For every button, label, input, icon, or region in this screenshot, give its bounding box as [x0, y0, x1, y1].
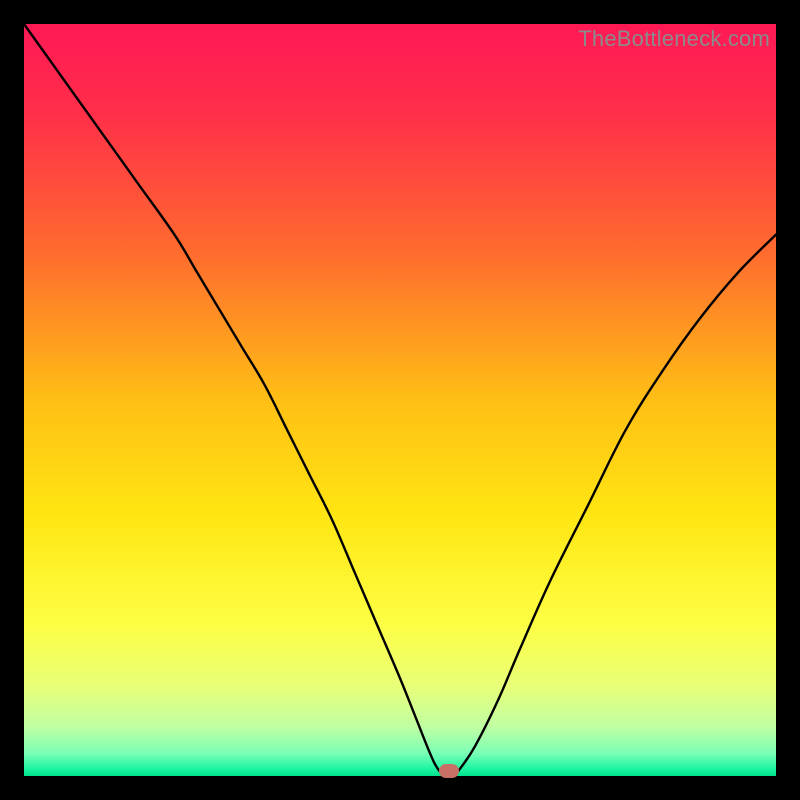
chart-frame: TheBottleneck.com: [24, 24, 776, 776]
bottleneck-plot: [24, 24, 776, 776]
optimal-marker: [439, 764, 459, 778]
gradient-background: [24, 24, 776, 776]
watermark-text: TheBottleneck.com: [578, 26, 770, 52]
